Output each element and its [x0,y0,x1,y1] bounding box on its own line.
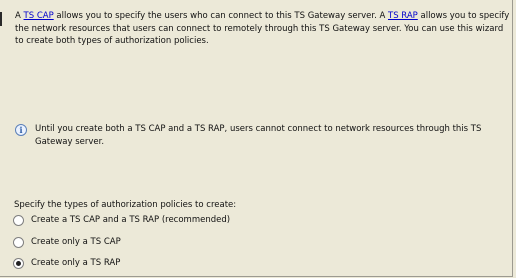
option-label: Create only a TS CAP [31,237,121,247]
ts-rap-link[interactable]: TS RAP [388,11,418,21]
intro-text-1: A [15,11,24,21]
intro-text-2: allows you to specify the users who can … [53,11,388,21]
info-note-text: Until you create both a TS CAP and a TS … [35,124,482,147]
option-label: Create a TS CAP and a TS RAP (recommende… [31,215,231,225]
left-edge-marker [0,12,2,26]
option-label: Create only a TS RAP [31,258,121,268]
intro-text: A TS CAP allows you to specify the users… [15,10,510,48]
radio-button-selected[interactable] [13,257,24,269]
policy-prompt: Specify the types of authorization polic… [14,200,237,210]
option-cap-and-rap[interactable]: Create a TS CAP and a TS RAP (recommende… [13,214,230,226]
radio-button[interactable] [13,214,24,226]
info-icon: i [15,124,27,136]
option-rap-only[interactable]: Create only a TS RAP [13,257,120,269]
radio-button[interactable] [13,236,24,248]
option-cap-only[interactable]: Create only a TS CAP [13,236,121,248]
ts-cap-link[interactable]: TS CAP [24,11,54,21]
